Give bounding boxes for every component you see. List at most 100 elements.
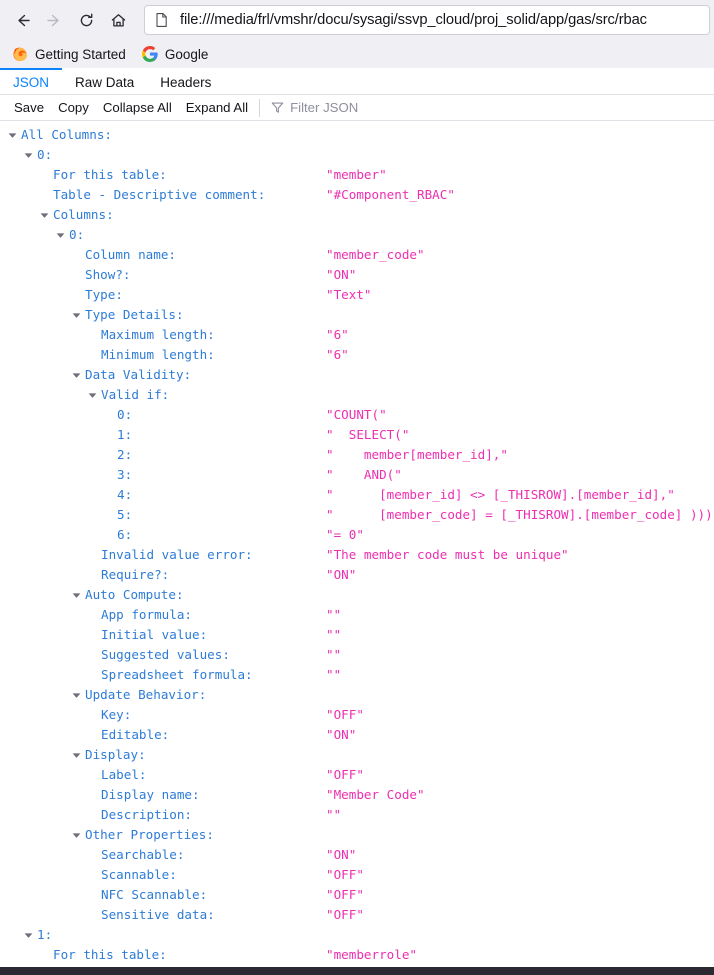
json-row[interactable]: Column name: "member_code" [0, 245, 714, 265]
json-key: For this table: [53, 167, 167, 182]
json-row[interactable]: 1: " SELECT(" [0, 425, 714, 445]
disclosure-triangle-open-icon[interactable] [56, 225, 65, 245]
json-value: "" [326, 607, 342, 622]
json-row[interactable]: 5: " [member_code] = [_THISROW].[member_c… [0, 505, 714, 525]
disclosure-triangle-open-icon[interactable] [40, 205, 49, 225]
json-row[interactable]: Table - Descriptive comment: "#Component_… [0, 185, 714, 205]
json-row[interactable]: 0: [0, 145, 714, 165]
json-row[interactable]: 0: [0, 225, 714, 245]
json-row[interactable]: Label: "OFF" [0, 765, 714, 785]
json-row[interactable]: Display name: "Member Code" [0, 785, 714, 805]
collapse-all-button[interactable]: Collapse All [96, 100, 179, 115]
json-key: Type Details: [85, 307, 184, 322]
json-key: Scannable: [101, 867, 177, 882]
json-row[interactable]: Searchable: "ON" [0, 845, 714, 865]
json-row[interactable]: For this table: "member" [0, 165, 714, 185]
json-row[interactable]: Invalid value error: "The member code mus… [0, 545, 714, 565]
json-row[interactable]: Columns: [0, 205, 714, 225]
json-row[interactable]: Other Properties: [0, 825, 714, 845]
json-key: Editable: [101, 727, 170, 742]
json-tree-panel[interactable]: All Columns: 0: For this table: "member" Tab… [0, 121, 714, 975]
disclosure-triangle-open-icon[interactable] [72, 745, 81, 765]
json-row[interactable]: Display: [0, 745, 714, 765]
json-row[interactable]: App formula: "" [0, 605, 714, 625]
json-key: Label: [101, 767, 147, 782]
disclosure-triangle-open-icon[interactable] [88, 385, 97, 405]
tab-raw-data[interactable]: Raw Data [62, 68, 147, 94]
json-row[interactable]: All Columns: [0, 125, 714, 145]
json-value: "member" [326, 167, 387, 182]
json-row[interactable]: Sensitive data: "OFF" [0, 905, 714, 925]
json-row[interactable]: For this table: "memberrole" [0, 945, 714, 965]
disclosure-triangle-open-icon[interactable] [72, 585, 81, 605]
json-row[interactable]: Maximum length: "6" [0, 325, 714, 345]
json-row[interactable]: Valid if: [0, 385, 714, 405]
json-value: "OFF" [326, 707, 364, 722]
json-row[interactable]: Spreadsheet formula: "" [0, 665, 714, 685]
json-key: Key: [101, 707, 132, 722]
json-row[interactable]: Require?: "ON" [0, 565, 714, 585]
disclosure-triangle-open-icon[interactable] [24, 925, 33, 945]
json-key: App formula: [101, 607, 192, 622]
json-row[interactable]: Description: "" [0, 805, 714, 825]
json-row[interactable]: 4: " [member_id] <> [_THISROW].[member_id… [0, 485, 714, 505]
json-key: Column name: [85, 247, 176, 262]
disclosure-triangle-open-icon[interactable] [72, 685, 81, 705]
json-row[interactable]: 6: "= 0" [0, 525, 714, 545]
json-row[interactable]: Data Validity: [0, 365, 714, 385]
json-key: Data Validity: [85, 367, 192, 382]
bookmark-getting-started[interactable]: Getting Started [6, 44, 132, 64]
disclosure-triangle-open-icon[interactable] [72, 305, 81, 325]
forward-button[interactable] [38, 4, 70, 36]
json-row[interactable]: Show?: "ON" [0, 265, 714, 285]
json-row[interactable]: 1: [0, 925, 714, 945]
json-key: Table - Descriptive comment: [53, 187, 266, 202]
json-row[interactable]: Minimum length: "6" [0, 345, 714, 365]
disclosure-triangle-open-icon[interactable] [72, 365, 81, 385]
json-row[interactable]: Editable: "ON" [0, 725, 714, 745]
json-row[interactable]: 3: " AND(" [0, 465, 714, 485]
json-key: Searchable: [101, 847, 185, 862]
json-key: 1: [37, 927, 53, 942]
json-row[interactable]: Type Details: [0, 305, 714, 325]
filter-json-control[interactable] [259, 98, 441, 117]
disclosure-triangle-open-icon[interactable] [72, 825, 81, 845]
json-row[interactable]: Type: "Text" [0, 285, 714, 305]
save-button[interactable]: Save [7, 100, 51, 115]
json-row[interactable]: Initial value: "" [0, 625, 714, 645]
json-row[interactable]: 0: "COUNT(" [0, 405, 714, 425]
home-button[interactable] [102, 4, 134, 36]
json-row[interactable]: Update Behavior: [0, 685, 714, 705]
filter-icon [271, 102, 284, 113]
back-button[interactable] [6, 4, 38, 36]
json-row[interactable]: Auto Compute: [0, 585, 714, 605]
json-key: Type: [85, 287, 123, 302]
json-value: "OFF" [326, 867, 364, 882]
tab-headers[interactable]: Headers [147, 68, 224, 94]
disclosure-triangle-open-icon[interactable] [8, 125, 17, 145]
disclosure-triangle-open-icon[interactable] [24, 145, 33, 165]
json-value: "" [326, 667, 342, 682]
reload-button[interactable] [70, 4, 102, 36]
json-key: NFC Scannable: [101, 887, 208, 902]
bookmark-google[interactable]: Google [136, 44, 215, 64]
json-row[interactable]: NFC Scannable: "OFF" [0, 885, 714, 905]
tab-json[interactable]: JSON [0, 68, 63, 94]
json-row[interactable]: 2: " member[member_id]," [0, 445, 714, 465]
expand-all-button[interactable]: Expand All [179, 100, 255, 115]
json-row[interactable]: Key: "OFF" [0, 705, 714, 725]
json-row[interactable]: Scannable: "OFF" [0, 865, 714, 885]
url-bar[interactable]: file:///media/frl/vmshr/docu/sysagi/ssvp… [144, 5, 710, 35]
json-row[interactable]: Suggested values: "" [0, 645, 714, 665]
filter-json-input[interactable] [290, 100, 441, 115]
copy-button[interactable]: Copy [51, 100, 96, 115]
json-value: "6" [326, 347, 349, 362]
